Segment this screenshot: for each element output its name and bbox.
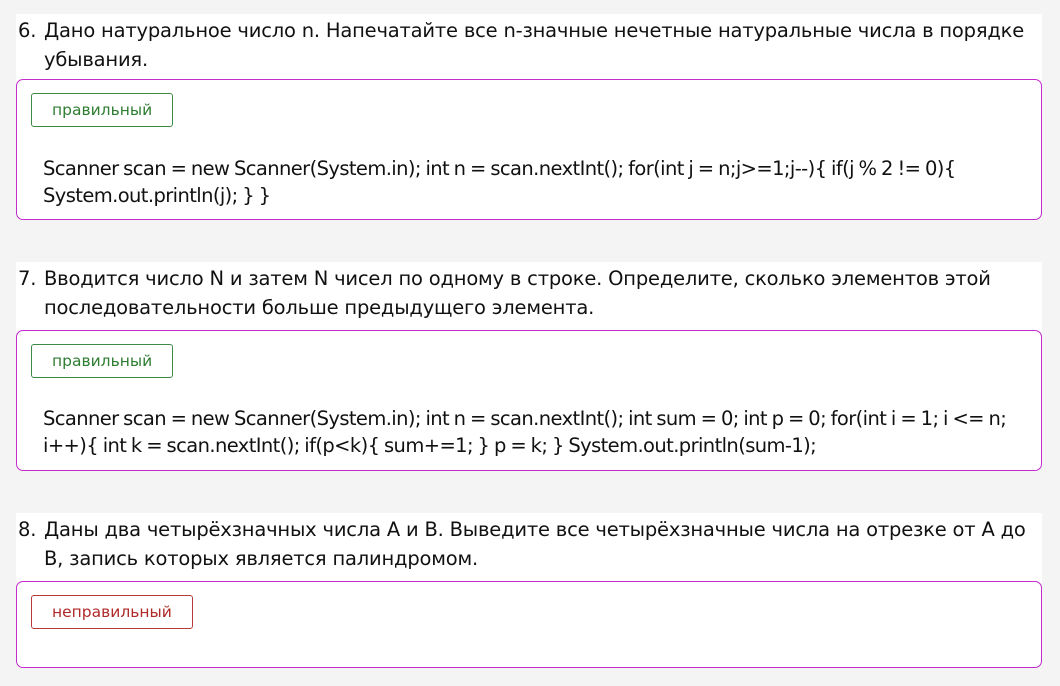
answer-card-8: неправильный [16,581,1042,668]
question-7-number: 7. [18,267,37,290]
question-6-header: 6. Дано натуральное число n. Напечатайте… [16,14,1042,84]
status-badge-8: неправильный [31,595,193,629]
status-badge-6: правильный [31,93,174,127]
answer-code-6: Scanner scan = new Scanner(System.in); i… [43,157,956,207]
answer-card-6: правильный Scanner scan = new Scanner(Sy… [16,79,1042,220]
status-badge-7: правильный [31,344,174,378]
question-7: 7. Вводится число N и затем N чисел по о… [16,262,1042,332]
question-6: 6. Дано натуральное число n. Напечатайте… [16,14,1042,84]
question-7-text: Вводится число N и затем N чисел по одно… [44,267,991,319]
question-6-text: Дано натуральное число n. Напечатайте вс… [44,19,1025,71]
question-8: 8. Даны два четырёхзначных числа A и B. … [16,513,1042,583]
question-8-text: Даны два четырёхзначных числа A и B. Выв… [44,518,1026,570]
answer-card-7: правильный Scanner scan = new Scanner(Sy… [16,330,1042,471]
question-8-header: 8. Даны два четырёхзначных числа A и B. … [16,513,1042,583]
question-8-number: 8. [18,518,37,541]
question-6-number: 6. [18,19,37,42]
answer-code-7: Scanner scan = new Scanner(System.in); i… [43,407,1007,457]
question-7-header: 7. Вводится число N и затем N чисел по о… [16,262,1042,332]
